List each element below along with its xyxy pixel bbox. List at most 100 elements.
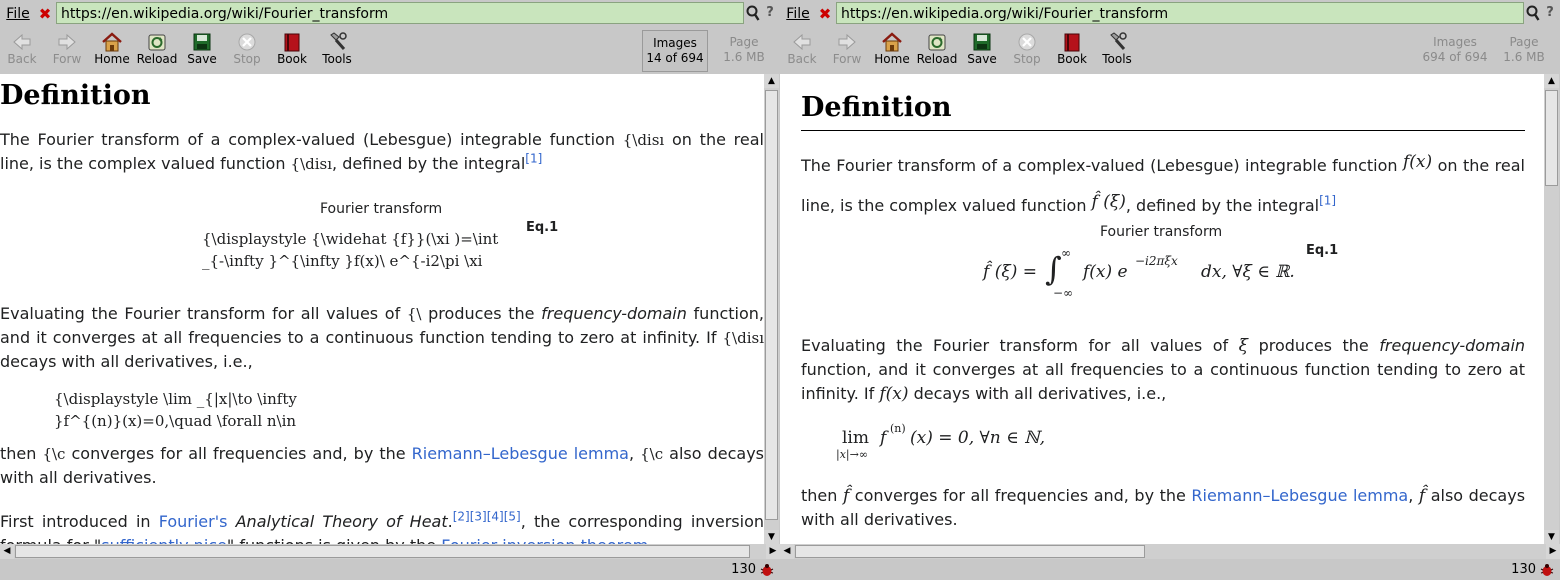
horizontal-scrollbar[interactable]: ◀ ▶	[780, 544, 1560, 559]
back-button[interactable]: Back	[780, 30, 824, 70]
save-button[interactable]: Save	[180, 30, 224, 70]
vertical-scroll-thumb[interactable]	[1545, 90, 1558, 186]
paragraph-1: The Fourier transform of a complex-value…	[0, 128, 764, 176]
section-heading: Definition	[801, 92, 952, 123]
forward-button[interactable]: Forw	[45, 30, 89, 70]
clear-url-icon[interactable]: ✖	[37, 5, 53, 23]
scroll-up-icon[interactable]: ▲	[1544, 74, 1559, 88]
equation-fallback-line: {\displaystyle {\widehat {f}}(\xi )=\int	[202, 230, 499, 248]
bug-icon[interactable]	[1540, 563, 1554, 577]
scroll-left-icon[interactable]: ◀	[780, 544, 794, 559]
riemann-lebesgue-link[interactable]: Riemann–Lebesgue lemma	[1191, 486, 1408, 505]
paragraph-2: Evaluating the Fourier transform for all…	[0, 302, 764, 374]
limit-function: f	[880, 428, 887, 448]
forward-arrow-icon	[58, 33, 76, 51]
reload-button[interactable]: Reload	[915, 30, 959, 70]
math-fallback: {\disı	[290, 155, 333, 173]
text: produces the	[428, 304, 535, 323]
help-icon[interactable]: ?	[762, 4, 778, 22]
page-meter: Page 1.6 MB	[711, 30, 777, 72]
paragraph-4: First introduced in Fourier's Analytical…	[0, 510, 764, 544]
home-button[interactable]: Home	[90, 30, 134, 70]
horizontal-scroll-thumb[interactable]	[795, 545, 1145, 558]
stop-label: Stop	[233, 52, 261, 66]
text: Evaluating the Fourier transform for all…	[801, 336, 1229, 355]
math-fallback: {\	[406, 305, 422, 323]
stop-button[interactable]: Stop	[1005, 30, 1049, 70]
fourier-inversion-link[interactable]: Fourier inversion theorem	[441, 536, 648, 544]
math-fhat: f̂	[842, 486, 850, 506]
horizontal-scrollbar[interactable]: ◀ ▶	[0, 544, 780, 559]
horizontal-scroll-thumb[interactable]	[15, 545, 750, 558]
reload-icon	[148, 34, 166, 51]
reference-link[interactable]: [1]	[1319, 194, 1336, 208]
scroll-right-icon[interactable]: ▶	[766, 544, 780, 559]
tools-button[interactable]: Tools	[1095, 30, 1139, 70]
back-button[interactable]: Back	[0, 30, 44, 70]
vertical-scrollbar[interactable]: ▲ ▼	[1544, 74, 1559, 544]
equation-fallback: {\displaystyle {\widehat {f}}(\xi )=\int…	[202, 228, 502, 276]
forward-button[interactable]: Forw	[825, 30, 869, 70]
reload-icon	[928, 34, 946, 51]
page-meter-size: 1.6 MB	[723, 50, 765, 64]
page-meter: Page 1.6 MB	[1491, 30, 1557, 72]
limit-tail: (x) = 0, ∀n ∈ ℕ,	[910, 428, 1046, 448]
scroll-down-icon[interactable]: ▼	[1544, 530, 1559, 544]
scroll-down-icon[interactable]: ▼	[764, 530, 779, 544]
help-icon[interactable]: ?	[1542, 4, 1558, 22]
equation-body: f(x) e	[1083, 262, 1128, 282]
equation-caption: Fourier transform	[1100, 224, 1223, 240]
equation-caption: Fourier transform	[320, 201, 443, 217]
limit-superscript: (n)	[890, 422, 906, 435]
equation-label: Eq.1	[526, 220, 559, 235]
home-button[interactable]: Home	[870, 30, 914, 70]
file-menu-label: File	[786, 6, 810, 22]
scroll-up-icon[interactable]: ▲	[764, 74, 779, 88]
vertical-scrollbar[interactable]: ▲ ▼	[764, 74, 779, 544]
bug-icon[interactable]	[760, 563, 774, 577]
reference-link[interactable]: [1]	[525, 152, 542, 166]
browser-window-right: File ✖ https://en.wikipedia.org/wiki/Fou…	[780, 0, 1560, 580]
reference-links[interactable]: [2][3][4][5]	[453, 510, 521, 524]
tools-button[interactable]: Tools	[315, 30, 359, 70]
images-meter[interactable]: Images 694 of 694	[1422, 30, 1488, 72]
back-arrow-icon	[13, 33, 31, 51]
back-label: Back	[787, 52, 817, 66]
stop-button[interactable]: Stop	[225, 30, 269, 70]
page-content: Definition The Fourier transform of a co…	[780, 74, 1544, 544]
images-meter-label: Images	[1433, 35, 1477, 49]
reload-label: Reload	[136, 52, 178, 66]
limit-fallback: {\displaystyle \lim _{|x|\to \infty }f^{…	[54, 388, 297, 432]
bookmarks-button[interactable]: Book	[1050, 30, 1094, 70]
file-menu-button[interactable]: File	[2, 2, 34, 26]
url-input[interactable]: https://en.wikipedia.org/wiki/Fourier_tr…	[56, 2, 744, 24]
limit-word: lim	[842, 428, 869, 448]
limit-subscript: |x|→∞	[836, 448, 868, 461]
save-disk-icon	[193, 33, 211, 51]
search-icon[interactable]	[1526, 4, 1540, 22]
search-icon[interactable]	[746, 4, 760, 22]
tools-label: Tools	[1102, 52, 1132, 66]
browser-window-left: File ✖ https://en.wikipedia.org/wiki/Fou…	[0, 0, 780, 580]
reload-button[interactable]: Reload	[135, 30, 179, 70]
fourier-link[interactable]: Fourier's	[159, 512, 228, 531]
clear-url-icon[interactable]: ✖	[817, 5, 833, 23]
images-meter-count: 14 of 694	[646, 51, 704, 65]
text: The Fourier transform of a complex-value…	[801, 156, 1398, 175]
file-menu-button[interactable]: File	[782, 2, 814, 26]
riemann-lebesgue-link[interactable]: Riemann–Lebesgue lemma	[412, 444, 629, 463]
sufficiently-nice-link[interactable]: sufficiently nice	[101, 536, 227, 544]
equation-lhs: f̂ (ξ) =	[983, 262, 1037, 282]
scroll-right-icon[interactable]: ▶	[1546, 544, 1560, 559]
paragraph-3: then {\c converges for all frequencies a…	[0, 442, 764, 490]
tools-wrench-icon	[1110, 32, 1127, 50]
save-button[interactable]: Save	[960, 30, 1004, 70]
scroll-left-icon[interactable]: ◀	[0, 544, 14, 559]
stop-icon	[238, 33, 256, 51]
section-heading: Definition	[0, 80, 151, 111]
bookmarks-button[interactable]: Book	[270, 30, 314, 70]
images-meter[interactable]: Images 14 of 694	[642, 30, 708, 72]
url-input[interactable]: https://en.wikipedia.org/wiki/Fourier_tr…	[836, 2, 1524, 24]
text: , defined by the integral	[332, 154, 526, 173]
vertical-scroll-thumb[interactable]	[765, 90, 778, 520]
